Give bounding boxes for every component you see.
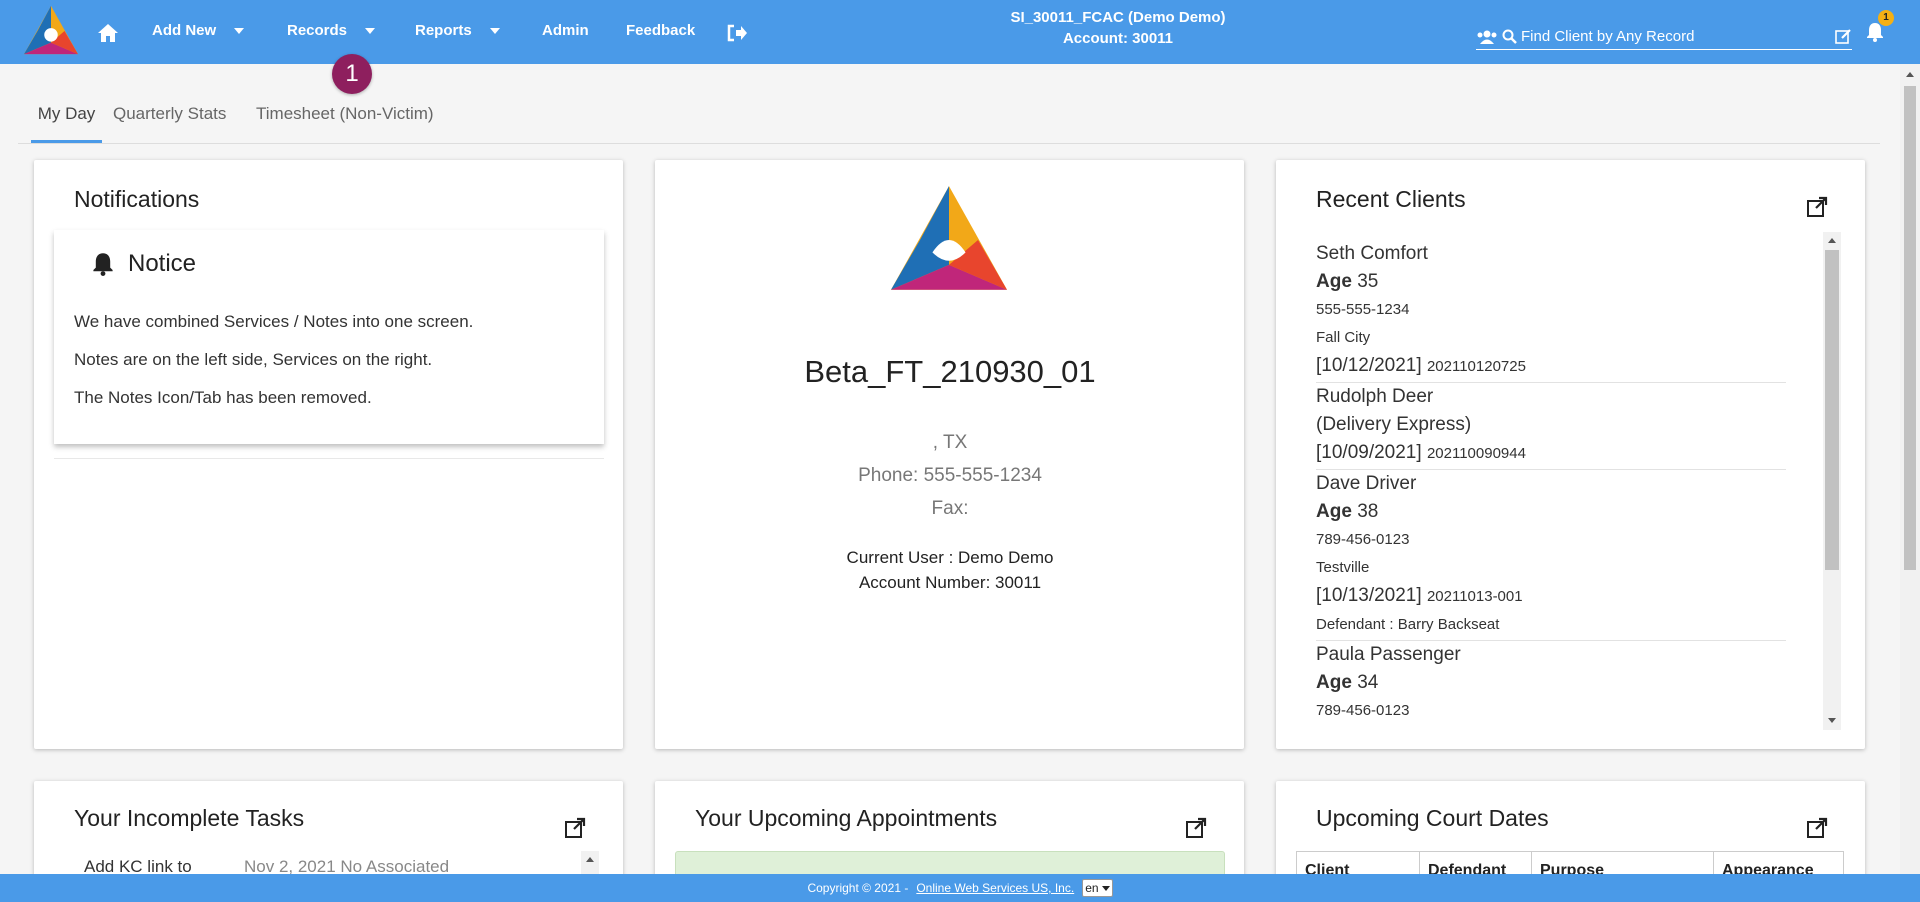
client-city: Testville <box>1316 559 1370 576</box>
client-search[interactable]: Find Client by Any Record <box>1476 24 1852 50</box>
page-scrollbar[interactable] <box>1900 64 1920 874</box>
scroll-up-icon[interactable] <box>1906 72 1914 77</box>
client-phone: 789-456-0123 <box>1316 702 1410 719</box>
account-info: SI_30011_FCAC (Demo Demo) Account: 30011 <box>1010 9 1226 47</box>
nav-reports[interactable]: Reports <box>415 22 500 39</box>
nav-feedback[interactable]: Feedback <box>626 22 695 39</box>
current-user: Current User : Demo Demo <box>846 548 1054 567</box>
notification-badge: 1 <box>1878 10 1894 26</box>
agency-name: Beta_FT_210930_01 <box>804 354 1096 389</box>
agency-location: , TX <box>932 432 968 453</box>
top-navbar: Add New Records Reports Admin Feedback S… <box>0 0 1920 64</box>
footer: Copyright © 2021 - Online Web Services U… <box>0 874 1920 902</box>
client-name[interactable]: Paula Passenger <box>1316 641 1786 669</box>
recent-clients-scrollbar[interactable] <box>1823 232 1841 730</box>
chevron-down-icon <box>365 27 376 34</box>
chevron-down-icon <box>1101 885 1110 891</box>
agency-logo <box>891 186 1007 290</box>
client-name[interactable]: Dave Driver <box>1316 470 1786 498</box>
external-link-icon[interactable] <box>564 817 586 839</box>
notice-line: Notes are on the left side, Services on … <box>74 350 433 369</box>
appointments-title: Your Upcoming Appointments <box>695 805 998 831</box>
client-city: Fall City <box>1316 329 1371 346</box>
nav-add-new[interactable]: Add New <box>152 22 245 39</box>
court-title: Upcoming Court Dates <box>1316 805 1549 831</box>
account-number: Account Number: 30011 <box>858 573 1042 592</box>
edit-icon[interactable] <box>1835 28 1852 45</box>
notice-line: We have combined Services / Notes into o… <box>74 312 474 331</box>
tab-my-day[interactable]: My Day <box>31 104 102 143</box>
list-item[interactable]: Rudolph Deer (Delivery Express) [10/09/2… <box>1316 383 1786 470</box>
language-select[interactable]: en <box>1082 879 1113 897</box>
list-item[interactable]: Paula Passenger Age 34 789-456-0123 <box>1316 641 1786 726</box>
scroll-down-icon[interactable] <box>1828 718 1836 723</box>
divider <box>54 458 604 459</box>
client-phone: 789-456-0123 <box>1316 531 1410 548</box>
notice-panel: Notice We have combined Services / Notes… <box>54 230 604 444</box>
copyright: Copyright © 2021 - <box>807 881 909 895</box>
search-input[interactable]: Find Client by Any Record <box>1521 28 1831 45</box>
tab-timesheet[interactable]: Timesheet (Non-Victim) <box>256 104 434 143</box>
tab-quarterly-stats[interactable]: Quarterly Stats <box>113 104 226 143</box>
notice-line: The Notes Icon/Tab has been removed. <box>74 388 372 407</box>
notifications-card: Notifications Notice We have combined Se… <box>34 160 623 749</box>
agency-phone: Phone: 555-555-1234 <box>858 465 1042 486</box>
client-name[interactable]: Seth Comfort <box>1316 240 1786 268</box>
scroll-up-icon[interactable] <box>1828 238 1836 243</box>
home-icon[interactable] <box>97 23 119 43</box>
agency-card: Beta_FT_210930_01 , TX Phone: 555-555-12… <box>655 160 1244 749</box>
nav-admin[interactable]: Admin <box>542 22 589 39</box>
search-icon <box>1502 29 1517 44</box>
tasks-title: Your Incomplete Tasks <box>74 805 305 831</box>
recent-clients-card: Recent Clients Seth Comfort Age 35 555-5… <box>1276 160 1865 749</box>
agency-fax: Fax: <box>931 498 969 519</box>
external-link-icon[interactable] <box>1806 196 1828 218</box>
list-item[interactable]: Dave Driver Age 38 789-456-0123 Testvill… <box>1316 470 1786 641</box>
dashboard-tabs: My Day Quarterly Stats Timesheet (Non-Vi… <box>18 96 1880 144</box>
logout-icon[interactable] <box>727 24 747 42</box>
client-name[interactable]: Rudolph Deer <box>1316 383 1786 411</box>
notice-title: Notice <box>128 250 197 277</box>
external-link-icon[interactable] <box>1806 817 1828 839</box>
client-phone: 555-555-1234 <box>1316 301 1410 318</box>
chevron-down-icon <box>234 27 245 34</box>
tutorial-callout: 1 <box>332 54 372 94</box>
scroll-up-icon[interactable] <box>586 857 594 862</box>
notifications-title: Notifications <box>74 186 200 212</box>
company-link[interactable]: Online Web Services US, Inc. <box>916 881 1074 895</box>
client-defendant: Defendant : Barry Backseat <box>1316 616 1500 633</box>
bell-icon <box>93 253 113 276</box>
recent-clients-list: Seth Comfort Age 35 555-555-1234 Fall Ci… <box>1316 240 1786 726</box>
list-item[interactable]: Seth Comfort Age 35 555-555-1234 Fall Ci… <box>1316 240 1786 383</box>
recent-clients-title: Recent Clients <box>1316 186 1466 212</box>
app-logo[interactable] <box>22 4 80 58</box>
nav-records[interactable]: Records <box>287 22 376 39</box>
external-link-icon[interactable] <box>1185 817 1207 839</box>
chevron-down-icon <box>489 27 500 34</box>
users-icon <box>1477 30 1497 44</box>
